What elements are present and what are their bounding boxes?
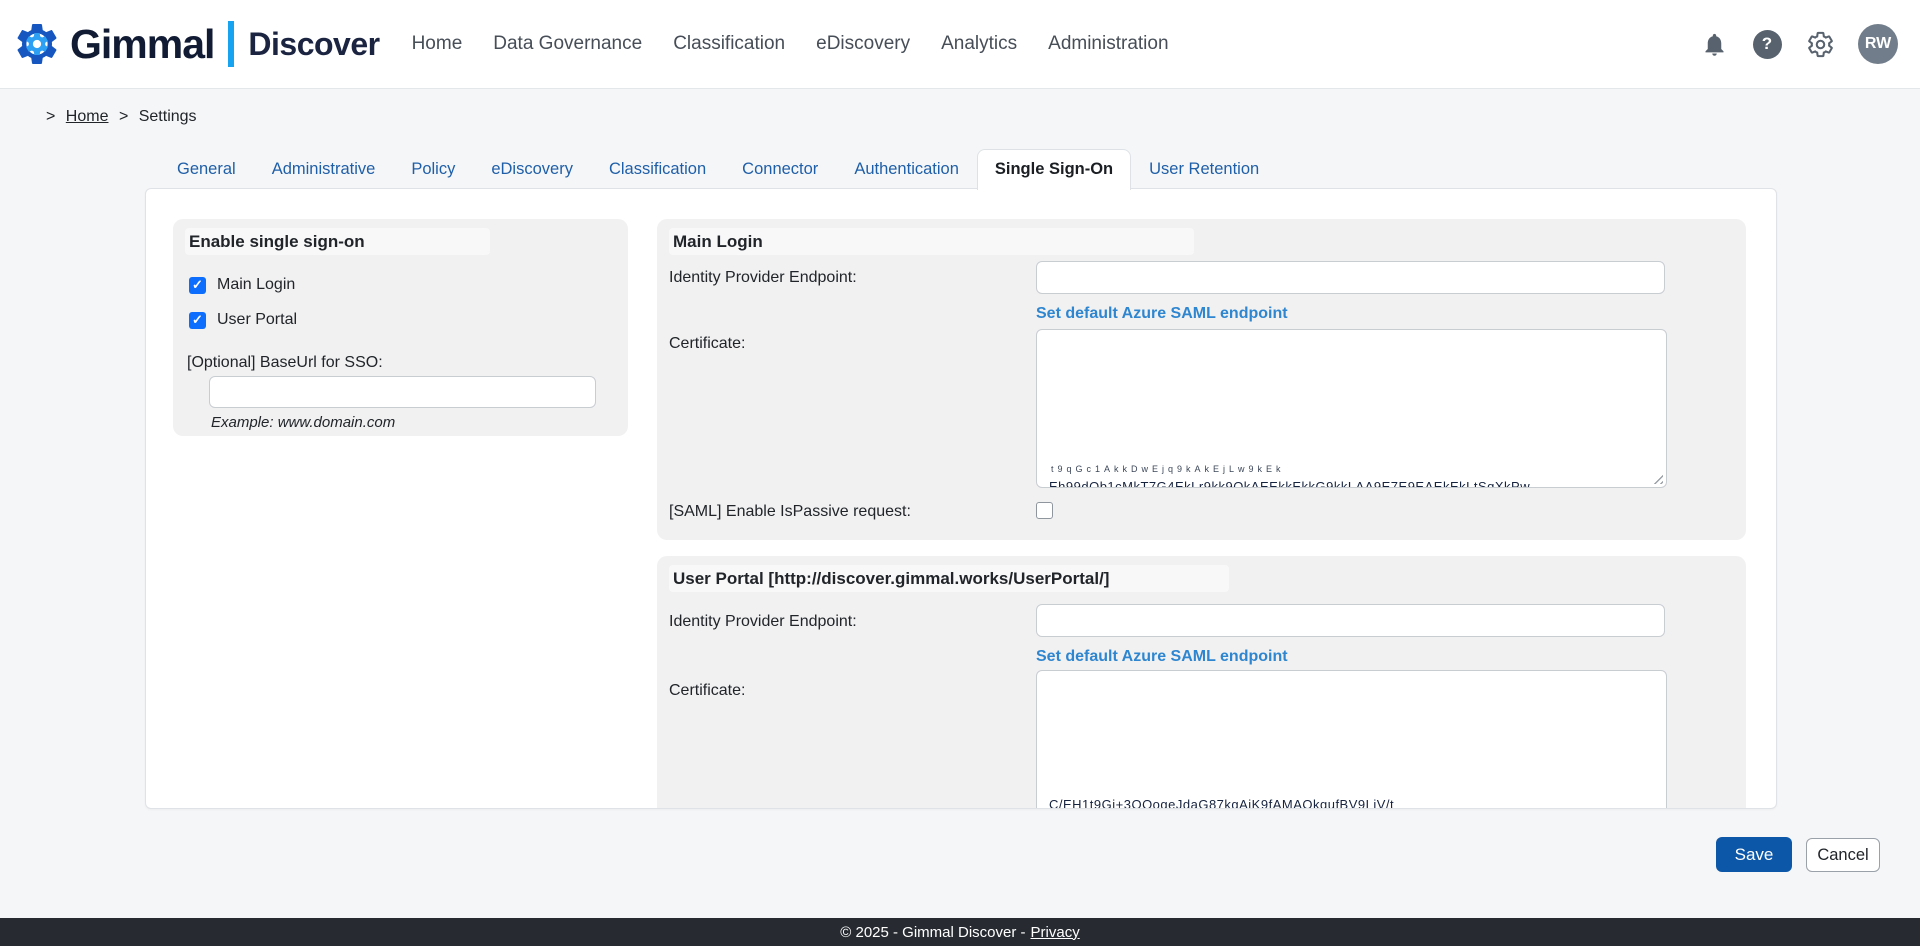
user-portal-option-row: ✓ User Portal [189,311,297,329]
nav-home[interactable]: Home [412,33,463,55]
user-portal-card: User Portal [http://discover.gimmal.work… [657,556,1746,809]
check-icon: ✓ [192,312,203,328]
baseurl-hint: Example: www.domain.com [211,414,395,431]
saml-ispassive-checkbox[interactable] [1036,502,1053,519]
baseurl-label: [Optional] BaseUrl for SSO: [187,354,383,372]
main-login-option-label: Main Login [217,276,295,294]
tab-policy[interactable]: Policy [393,149,473,188]
tab-ediscovery[interactable]: eDiscovery [473,149,591,188]
breadcrumb: > Home > Settings [40,108,197,126]
baseurl-input[interactable] [209,376,596,408]
certificate-clipped-line: C/EH1t9Gj+3OQogeJdaG87kgAiK9fAMAOkgufBV9… [1049,797,1394,809]
help-icon[interactable]: ? [1752,29,1782,59]
user-portal-azure-saml-link[interactable]: Set default Azure SAML endpoint [1036,648,1288,666]
main-login-checkbox[interactable]: ✓ [189,277,206,294]
help-glyph: ? [1762,34,1772,54]
settings-gear-icon[interactable] [1805,29,1835,59]
tab-user-retention[interactable]: User Retention [1131,149,1277,188]
tab-authentication[interactable]: Authentication [836,149,977,188]
tab-general[interactable]: General [159,149,254,188]
app-header: Gimmal Discover Home Data Governance Cla… [0,0,1920,89]
tab-single-sign-on[interactable]: Single Sign-On [977,149,1131,190]
main-login-certificate-textarea[interactable]: t9qGc1AkkDwEjq9kAkEjLw9kEk Eh99dQb1cMkT7… [1036,329,1667,488]
main-login-idp-input[interactable] [1036,261,1665,294]
footer-privacy-link[interactable]: Privacy [1031,924,1080,941]
footer-copyright: © 2025 - Gimmal Discover - [840,924,1025,941]
user-portal-title: User Portal [http://discover.gimmal.work… [673,569,1109,589]
enable-sso-title: Enable single sign-on [189,232,365,252]
brand-divider [228,21,234,67]
user-portal-idp-label: Identity Provider Endpoint: [669,613,857,631]
header-icons: ? RW [1699,24,1898,64]
app-footer: © 2025 - Gimmal Discover - Privacy [0,918,1920,946]
brand-name: Gimmal [70,21,214,68]
check-icon: ✓ [192,277,203,293]
nav-administration[interactable]: Administration [1048,33,1168,55]
single-sign-on-panel: Enable single sign-on ✓ Main Login ✓ Use… [145,188,1777,809]
user-avatar[interactable]: RW [1858,24,1898,64]
nav-analytics[interactable]: Analytics [941,33,1017,55]
certificate-clipped-line-faint: t9qGc1AkkDwEjq9kAkEjLw9kEk [1051,464,1285,474]
tab-connector[interactable]: Connector [724,149,836,188]
nav-ediscovery[interactable]: eDiscovery [816,33,910,55]
avatar-initials: RW [1865,35,1891,53]
nav-data-governance[interactable]: Data Governance [493,33,642,55]
product-name: Discover [248,26,379,63]
main-login-title: Main Login [673,232,763,252]
user-portal-idp-input[interactable] [1036,604,1665,637]
tab-classification[interactable]: Classification [591,149,724,188]
user-portal-checkbox[interactable]: ✓ [189,312,206,329]
main-login-idp-label: Identity Provider Endpoint: [669,269,857,287]
breadcrumb-current: Settings [139,108,197,125]
user-portal-certificate-textarea[interactable]: C/EH1t9Gj+3OQogeJdaG87kgAiK9fAMAOkgufBV9… [1036,670,1667,809]
breadcrumb-home-link[interactable]: Home [66,108,109,125]
breadcrumb-lead: > [46,108,55,125]
tab-administrative[interactable]: Administrative [254,149,394,188]
cancel-button[interactable]: Cancel [1806,838,1880,872]
notifications-bell-icon[interactable] [1699,29,1729,59]
app-logo[interactable]: Gimmal Discover [12,19,380,69]
settings-tabs: General Administrative Policy eDiscovery… [159,149,1277,188]
enable-sso-card: Enable single sign-on ✓ Main Login ✓ Use… [173,219,628,436]
nav-classification[interactable]: Classification [673,33,785,55]
saml-ispassive-label: [SAML] Enable IsPassive request: [669,503,911,521]
main-login-azure-saml-link[interactable]: Set default Azure SAML endpoint [1036,305,1288,323]
save-button[interactable]: Save [1716,837,1792,872]
user-portal-cert-label: Certificate: [669,682,745,700]
main-login-cert-label: Certificate: [669,335,745,353]
main-login-option-row: ✓ Main Login [189,276,295,294]
main-nav: Home Data Governance Classification eDis… [412,33,1169,55]
certificate-clipped-line: Eh99dQb1cMkT7G4EkLr9kk9OkAEEkkEkkG9kkLAA… [1049,479,1530,488]
gimmal-gear-logo-icon [12,19,62,69]
breadcrumb-separator: > [119,108,128,125]
textarea-resize-handle-icon[interactable] [1651,472,1663,484]
user-portal-option-label: User Portal [217,311,297,329]
main-login-card: Main Login Identity Provider Endpoint: S… [657,219,1746,540]
